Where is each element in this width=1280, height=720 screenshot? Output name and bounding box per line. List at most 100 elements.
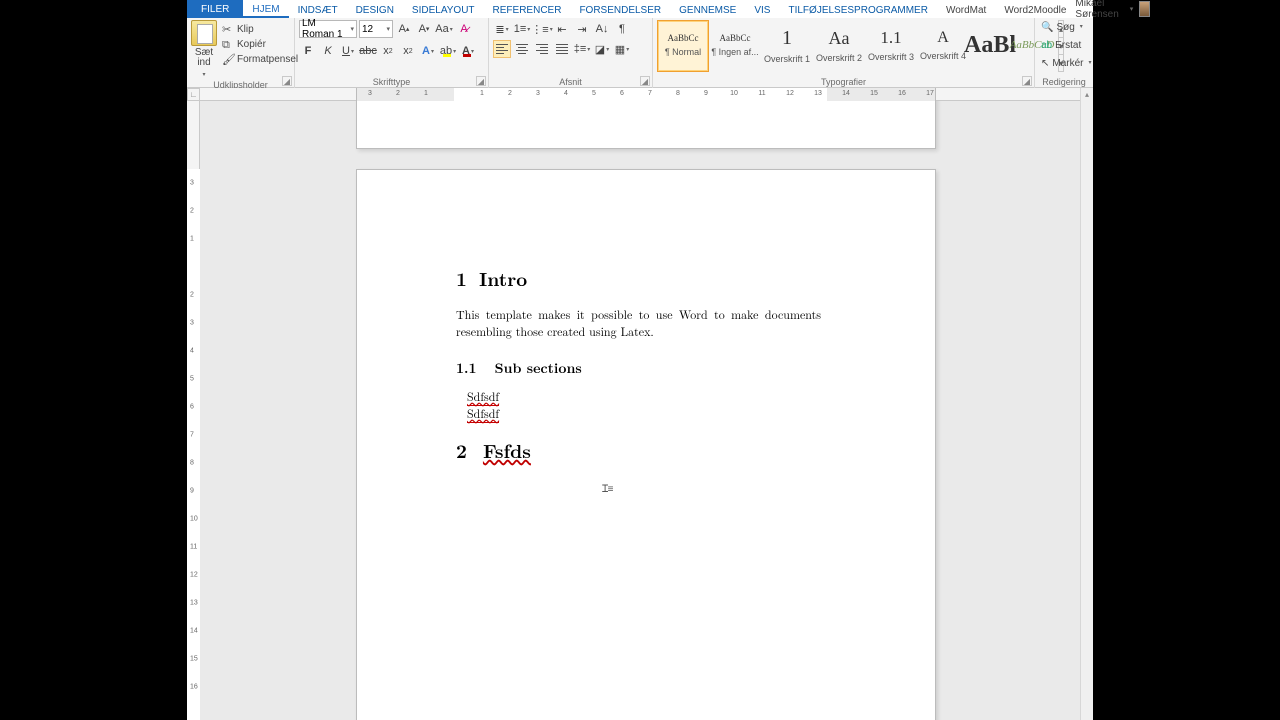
heading-1-1[interactable]: 1.1Sub sections: [456, 358, 825, 378]
clear-formatting-button[interactable]: A̷: [455, 20, 473, 38]
shrink-font-button[interactable]: A▾: [415, 20, 433, 38]
document-content[interactable]: 1Intro This template makes it possible t…: [456, 264, 825, 464]
clipboard-launcher[interactable]: ◢: [282, 76, 292, 86]
align-right-button[interactable]: [533, 40, 551, 58]
italic-button[interactable]: K: [319, 42, 337, 60]
tab-home[interactable]: HJEM: [243, 0, 288, 18]
tab-layout[interactable]: SIDELAYOUT: [403, 0, 484, 18]
tab-file[interactable]: FILER: [187, 0, 243, 18]
paste-label: Sæt ind: [191, 48, 217, 68]
style-heading2[interactable]: Aa Overskrift 2: [813, 20, 865, 72]
tab-word2moodle[interactable]: Word2Moodle: [995, 0, 1075, 18]
align-justify-button[interactable]: [553, 40, 571, 58]
tab-addins[interactable]: TILFØJELSESPROGRAMMER: [779, 0, 936, 18]
line-spacing-button[interactable]: ‡≡: [573, 40, 591, 58]
font-launcher[interactable]: ◢: [476, 76, 486, 86]
change-case-button[interactable]: Aa: [435, 20, 453, 38]
bucket-icon: ◪: [595, 43, 605, 56]
align-left-button[interactable]: [493, 40, 511, 58]
group-font-label: Skrifttype: [299, 77, 484, 88]
style-heading1[interactable]: 1 Overskrift 1: [761, 20, 813, 72]
tab-design[interactable]: DESIGN: [347, 0, 403, 18]
page-main[interactable]: 1Intro This template makes it possible t…: [356, 169, 936, 720]
style-normal[interactable]: AaBbCc ¶ Normal: [657, 20, 709, 72]
ruler-horizontal[interactable]: 3 2 1 1 2 3 4 5 6 7 8 9 10 11 12 13 14 1…: [200, 88, 1080, 101]
tab-view[interactable]: VIS: [745, 0, 779, 18]
scroll-up-icon[interactable]: ▴: [1081, 88, 1093, 101]
bullets-button[interactable]: ≣: [493, 20, 511, 38]
borders-button[interactable]: ▦: [613, 40, 631, 58]
heading-2[interactable]: 2Fsfds: [456, 436, 825, 464]
highlight-button[interactable]: ab: [439, 42, 457, 60]
group-clipboard: Sæt ind ▾ Klip Kopiér Formatpensel Udkli…: [187, 18, 295, 88]
ruler-v-scale: 3 2 1 2 3 4 5 6 7 8 9 10 11 12 13 14 15 …: [187, 169, 200, 720]
eraser-icon: A̷: [460, 23, 467, 35]
cursor-icon: ↖: [1041, 57, 1049, 70]
scrollbar-vertical[interactable]: ▴: [1080, 88, 1093, 720]
misspelled-line-2[interactable]: Sdfsdf: [467, 405, 825, 422]
show-marks-button[interactable]: ¶: [613, 20, 631, 38]
numbering-button[interactable]: 1≡: [513, 20, 531, 38]
font-color-button[interactable]: A: [459, 42, 477, 60]
misspelled-line-1[interactable]: Sdfsdf: [467, 388, 825, 405]
strikethrough-button[interactable]: abc: [359, 42, 377, 60]
tab-references[interactable]: REFERENCER: [484, 0, 571, 18]
tab-mailings[interactable]: FORSENDELSER: [570, 0, 670, 18]
search-icon: 🔍: [1041, 21, 1053, 34]
indent-icon: ⇥: [577, 23, 586, 36]
outdent-icon: ⇤: [557, 23, 566, 36]
style-extra1[interactable]: AaBl: [969, 20, 1011, 72]
styles-launcher[interactable]: ◢: [1022, 76, 1032, 86]
decrease-indent-button[interactable]: ⇤: [553, 20, 571, 38]
align-left-icon: [496, 44, 508, 54]
subscript-button[interactable]: x2: [379, 42, 397, 60]
align-right-icon: [536, 44, 548, 54]
tab-review[interactable]: GENNEMSE: [670, 0, 745, 18]
align-center-icon: [516, 44, 528, 54]
find-button[interactable]: 🔍Søg▾: [1039, 20, 1089, 35]
numbering-icon: 1≡: [514, 23, 527, 35]
sort-button[interactable]: A↓: [593, 20, 611, 38]
format-painter-button[interactable]: Formatpensel: [220, 52, 300, 67]
underline-button[interactable]: U: [339, 42, 357, 60]
font-name-combo[interactable]: LM Roman 1▾: [299, 20, 357, 38]
group-styles: AaBbCc ¶ Normal AaBbCc ¶ Ingen af... 1 O…: [653, 18, 1035, 88]
ruler-h-scale: 3 2 1 1 2 3 4 5 6 7 8 9 10 11 12 13 14 1…: [356, 88, 936, 101]
superscript-button[interactable]: x2: [399, 42, 417, 60]
ruler-vertical[interactable]: 3 2 1 2 3 4 5 6 7 8 9 10 11 12 13 14 15 …: [187, 101, 200, 720]
page-previous: [356, 101, 936, 149]
workspace: ∟ 3 2 1 1 2 3 4 5 6 7 8 9 10 11 12 13 14…: [187, 88, 1093, 720]
avatar: [1139, 1, 1150, 17]
group-font: LM Roman 1▾ 12▾ A▴ A▾ Aa A̷ F K U abc x2…: [295, 18, 489, 88]
select-button[interactable]: ↖Markér▾: [1039, 56, 1089, 71]
multilevel-button[interactable]: ⋮≡: [533, 20, 551, 38]
paste-button[interactable]: Sæt ind ▾: [191, 20, 217, 80]
group-editing: 🔍Søg▾ abErstat ↖Markér▾ Redigering: [1035, 18, 1093, 88]
increase-indent-button[interactable]: ⇥: [573, 20, 591, 38]
paragraph-1[interactable]: This template makes it possible to use W…: [456, 306, 821, 340]
cut-button[interactable]: Klip: [220, 22, 300, 37]
tab-wordmat[interactable]: WordMat: [937, 0, 995, 18]
group-paragraph: ≣ 1≡ ⋮≡ ⇤ ⇥ A↓ ¶ ‡≡ ◪ ▦ Afsnit ◢: [489, 18, 653, 88]
shading-button[interactable]: ◪: [593, 40, 611, 58]
copy-button[interactable]: Kopiér: [220, 37, 300, 52]
style-heading4[interactable]: A Overskrift 4: [917, 20, 969, 72]
text-cursor-icon: Ꮖ≡: [602, 484, 612, 495]
styles-gallery: AaBbCc ¶ Normal AaBbCc ¶ Ingen af... 1 O…: [657, 20, 1053, 72]
user-area[interactable]: Mikael Sørensen ▾: [1075, 0, 1152, 18]
style-heading3[interactable]: 1.1 Overskrift 3: [865, 20, 917, 72]
align-justify-icon: [556, 44, 568, 54]
align-center-button[interactable]: [513, 40, 531, 58]
heading-1[interactable]: 1Intro: [456, 264, 825, 292]
replace-button[interactable]: abErstat: [1039, 38, 1089, 53]
text-effects-button[interactable]: A: [419, 42, 437, 60]
bold-button[interactable]: F: [299, 42, 317, 60]
tab-insert[interactable]: INDSÆT: [289, 0, 347, 18]
ruler-corner[interactable]: ∟: [187, 88, 200, 101]
style-no-spacing[interactable]: AaBbCc ¶ Ingen af...: [709, 20, 761, 72]
line-spacing-icon: ‡≡: [574, 43, 587, 55]
font-size-combo[interactable]: 12▾: [359, 20, 393, 38]
paragraph-launcher[interactable]: ◢: [640, 76, 650, 86]
document-area[interactable]: 1Intro This template makes it possible t…: [200, 101, 1080, 720]
grow-font-button[interactable]: A▴: [395, 20, 413, 38]
